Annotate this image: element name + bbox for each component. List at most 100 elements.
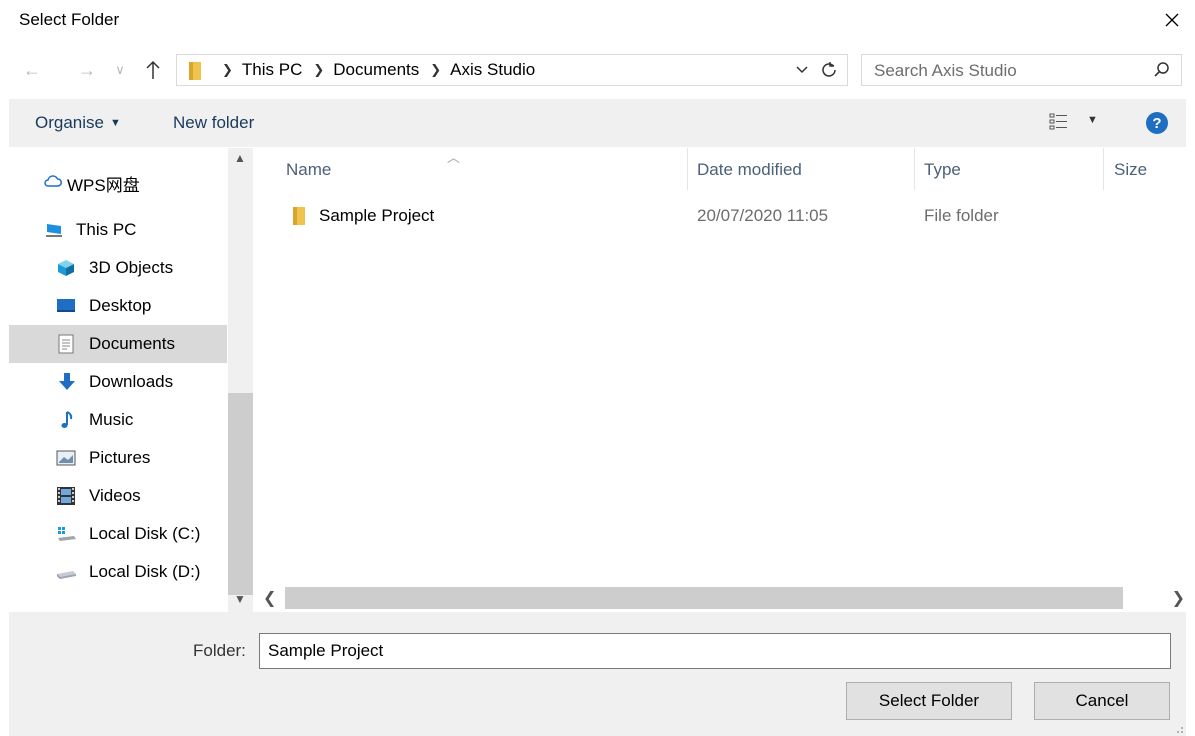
navigation-bar: ← → ∨ ❯ This PC ❯ Documents ❯ Axis Studi… [0,46,1195,94]
dialog-footer: Folder: Select Folder Cancel [9,612,1186,736]
column-label: Date modified [697,160,802,179]
breadcrumb-documents[interactable]: Documents [333,60,419,80]
sidebar-item-label: Pictures [89,448,151,467]
column-label: Name [286,160,332,179]
column-header-date-modified[interactable]: Date modified [688,148,914,190]
organise-label: Organise [35,113,104,132]
navigation-pane: WPS网盘 This PC 3D Objects Desktop Documen… [9,148,253,612]
sidebar-item-music[interactable]: Music [9,401,227,439]
breadcrumb-axis-studio[interactable]: Axis Studio [450,60,535,80]
music-icon [61,411,73,428]
breadcrumb-this-pc[interactable]: This PC [242,60,302,80]
file-type: File folder [924,206,999,225]
chevron-right-icon: ❯ [222,62,233,77]
breadcrumb: ❯ This PC ❯ Documents ❯ Axis Studio [211,60,535,80]
caret-down-icon: ▼ [109,117,121,129]
address-history-button[interactable] [793,61,811,79]
sidebar-item-label: Local Disk (C:) [89,524,201,543]
sidebar-item-3d-objects[interactable]: 3D Objects [9,249,227,287]
sidebar-item-label: Music [89,410,134,429]
videos-icon [57,487,75,505]
select-folder-button[interactable]: Select Folder [846,682,1012,720]
downloads-icon [59,373,75,390]
file-date-modified: 20/07/2020 11:05 [697,206,829,225]
arrow-right-icon: → [78,59,96,80]
sidebar-item-label: This PC [76,220,137,239]
folder-name-input[interactable] [259,633,1171,669]
column-header-type[interactable]: Type [915,148,1103,190]
chevron-up-icon[interactable]: ▲ [234,151,246,165]
command-toolbar: Organise ▼ New folder ▼ ? [9,99,1186,147]
arrow-left-icon: ← [23,59,41,80]
3d-objects-icon [58,260,74,276]
cloud-icon [44,175,62,187]
desktop-icon [57,299,75,312]
sidebar-item-videos[interactable]: Videos [9,477,227,515]
sort-ascending-icon: ︿ [447,150,461,165]
folder-icon [293,207,305,225]
sidebar-item-downloads[interactable]: Downloads [9,363,227,401]
sidebar-item-pictures[interactable]: Pictures [9,439,227,477]
sidebar-item-label: WPS网盘 [67,176,140,195]
chevron-left-icon[interactable]: ❮ [263,588,276,608]
back-button[interactable]: ← [20,58,44,82]
table-row[interactable]: Sample Project 20/07/2020 11:05 File fol… [283,200,1183,232]
computer-icon [46,224,62,237]
details-view-icon[interactable] [1047,111,1071,133]
folder-label: Folder: [193,641,246,660]
close-icon [1165,13,1179,27]
chevron-right-icon: ❯ [313,62,325,77]
sidebar-item-label: 3D Objects [89,258,174,277]
sidebar-item-label: Downloads [89,372,174,391]
help-button[interactable]: ? [1146,112,1168,134]
scrollbar-thumb[interactable] [228,393,253,595]
folder-icon [189,62,201,80]
sidebar-item-documents[interactable]: Documents [9,325,227,363]
view-options-caret-icon[interactable]: ▼ [1087,114,1098,126]
forward-button[interactable]: → [75,58,99,82]
file-list: ︿ Name Date modified Type Size Sample Pr… [253,148,1195,612]
sidebar-item-this-pc[interactable]: This PC [9,211,227,249]
organise-button[interactable]: Organise ▼ [35,113,121,133]
search-box[interactable]: Search Axis Studio [861,54,1182,86]
arrow-up-icon [146,60,160,79]
dialog-title: Select Folder [19,10,120,29]
column-header-size[interactable]: Size [1104,148,1195,190]
sidebar-item-local-disk-c[interactable]: Local Disk (C:) [9,515,227,553]
chevron-down-icon[interactable]: ▼ [234,592,246,606]
address-bar[interactable]: ❯ This PC ❯ Documents ❯ Axis Studio [176,54,848,86]
chevron-right-icon[interactable]: ❯ [1172,588,1185,608]
column-label: Type [924,160,961,179]
chevron-down-icon: ∨ [115,62,125,77]
column-header-name[interactable]: ︿ Name [253,148,687,190]
resize-grip-icon[interactable] [1172,722,1184,734]
up-button[interactable] [141,58,165,82]
close-button[interactable] [1149,0,1195,40]
select-folder-dialog: Select Folder ← → ∨ ❯ This PC ❯ Document… [0,0,1195,736]
sidebar-item-label: Local Disk (D:) [89,562,201,581]
help-icon: ? [1152,114,1162,132]
sidebar-item-label: Documents [89,334,175,353]
cancel-button[interactable]: Cancel [1034,682,1170,720]
search-icon [1154,62,1169,77]
pictures-icon [56,450,76,466]
sidebar-item-wps-cloud[interactable]: WPS网盘 [9,162,227,200]
sidebar-item-desktop[interactable]: Desktop [9,287,227,325]
title-bar: Select Folder [0,0,1195,40]
column-label: Size [1114,160,1148,179]
recent-locations-button[interactable]: ∨ [108,58,132,82]
sidebar-item-label: Videos [89,486,141,505]
sidebar-item-label: Desktop [89,296,152,315]
navigation-pane-scrollbar[interactable]: ▲ ▼ [228,148,253,612]
drive-icon [57,571,76,579]
scrollbar-thumb[interactable] [285,587,1123,609]
windows-drive-icon [58,527,76,541]
chevron-down-icon [796,66,808,74]
documents-icon [58,334,74,354]
search-input[interactable]: Search Axis Studio [874,61,1017,81]
file-name: Sample Project [319,206,435,225]
new-folder-button[interactable]: New folder [173,113,254,133]
sidebar-item-local-disk-d[interactable]: Local Disk (D:) [9,553,227,591]
horizontal-scrollbar[interactable]: ❮ ❯ [253,585,1195,612]
refresh-button[interactable] [819,60,839,80]
